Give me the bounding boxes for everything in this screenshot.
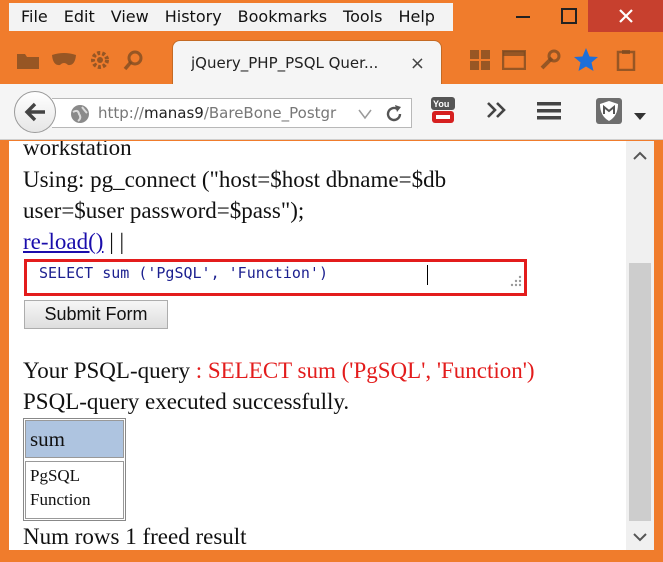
chevron-up-icon xyxy=(633,151,647,160)
sidebar-icon[interactable] xyxy=(500,46,528,74)
table-cell-line: PgSQL xyxy=(30,466,81,485)
svg-text:You: You xyxy=(433,99,449,109)
scroll-up-button[interactable] xyxy=(626,145,654,167)
num-rows-text: Num rows 1 freed result xyxy=(23,524,247,549)
maximize-icon xyxy=(561,8,577,24)
tab-title: jQuery_PHP_PSQL Quer... xyxy=(191,53,379,72)
your-query-line: Your PSQL-query : SELECT sum ('PgSQL', '… xyxy=(23,358,535,384)
minimize-button[interactable] xyxy=(500,0,546,32)
globe-icon xyxy=(70,104,90,129)
scroll-thumb[interactable] xyxy=(629,263,651,521)
table-cell-line: Function xyxy=(30,490,91,509)
tab-strip: jQuery_PHP_PSQL Quer... × xyxy=(0,36,663,84)
table-header-sum: sum xyxy=(25,420,124,458)
url-text: http://manas9/BareBone_Postgr xyxy=(98,104,337,122)
gear-icon[interactable] xyxy=(86,46,114,74)
status-text: PSQL-query executed successfully. xyxy=(23,389,350,414)
bookmark-star-icon[interactable] xyxy=(572,46,600,74)
submit-form-button[interactable]: Submit Form xyxy=(24,300,168,329)
hamburger-menu-icon[interactable] xyxy=(536,100,562,127)
url-bar[interactable]: http://manas9/BareBone_Postgr xyxy=(52,98,412,128)
wrench-icon[interactable] xyxy=(536,46,564,74)
chevron-down-icon xyxy=(633,533,647,542)
reload-link[interactable]: re-load() xyxy=(23,229,103,254)
mask-icon[interactable] xyxy=(50,46,78,74)
tab-groups-icon[interactable] xyxy=(466,46,494,74)
reload-line: re-load() | | xyxy=(23,229,124,255)
minimize-icon xyxy=(516,16,530,18)
back-arrow-icon xyxy=(24,102,45,122)
close-icon xyxy=(618,9,633,23)
text-caret xyxy=(427,265,428,285)
resize-grip-icon[interactable] xyxy=(508,273,522,292)
your-query-label: Your PSQL-query xyxy=(23,358,190,383)
search-icon[interactable] xyxy=(120,46,148,74)
menu-bar: File Edit View History Bookmarks Tools H… xyxy=(9,3,453,31)
page-content: workstation Using: pg_connect ("host=$ho… xyxy=(9,141,626,550)
navigation-bar: http://manas9/BareBone_Postgr You xyxy=(0,84,663,140)
youtube-icon[interactable]: You xyxy=(428,96,458,131)
tab-close-icon[interactable]: × xyxy=(410,53,425,74)
overflow-chevrons-icon[interactable] xyxy=(486,101,508,124)
reload-icon[interactable] xyxy=(384,104,404,129)
text-workstation: workstation xyxy=(23,141,132,160)
query-text: SELECT sum ('PgSQL', 'Function') xyxy=(39,264,338,282)
back-button[interactable] xyxy=(14,91,56,133)
menu-view[interactable]: View xyxy=(103,3,157,31)
extension-dropdown-icon[interactable] xyxy=(634,108,646,126)
maximize-button[interactable] xyxy=(546,0,592,32)
title-bar: File Edit View History Bookmarks Tools H… xyxy=(0,0,663,36)
reload-separator: | | xyxy=(103,229,125,254)
folder-icon[interactable] xyxy=(14,46,42,74)
text-using: Using: pg_connect ("host=$host dbname=$d… xyxy=(23,167,447,192)
your-query-value: : SELECT sum ('PgSQL', 'Function') xyxy=(190,358,535,383)
result-table: sum PgSQL Function xyxy=(23,418,126,521)
tab-active[interactable]: jQuery_PHP_PSQL Quer... × xyxy=(172,40,442,84)
menu-file[interactable]: File xyxy=(13,3,56,31)
menu-bookmarks[interactable]: Bookmarks xyxy=(230,3,335,31)
table-cell: PgSQL Function xyxy=(25,461,124,519)
text-user-pass: user=$user password=$pass"); xyxy=(23,198,305,223)
shield-extension-icon[interactable] xyxy=(594,96,624,131)
menu-help[interactable]: Help xyxy=(390,3,442,31)
clipboard-icon[interactable] xyxy=(612,46,640,74)
vertical-scrollbar[interactable] xyxy=(626,141,654,550)
menu-tools[interactable]: Tools xyxy=(335,3,390,31)
scroll-down-button[interactable] xyxy=(626,526,654,548)
dropdown-arrow-icon[interactable] xyxy=(358,107,372,125)
query-textarea[interactable]: SELECT sum ('PgSQL', 'Function') xyxy=(24,259,527,296)
close-window-button[interactable] xyxy=(588,0,663,32)
menu-history[interactable]: History xyxy=(157,3,230,31)
menu-edit[interactable]: Edit xyxy=(56,3,103,31)
